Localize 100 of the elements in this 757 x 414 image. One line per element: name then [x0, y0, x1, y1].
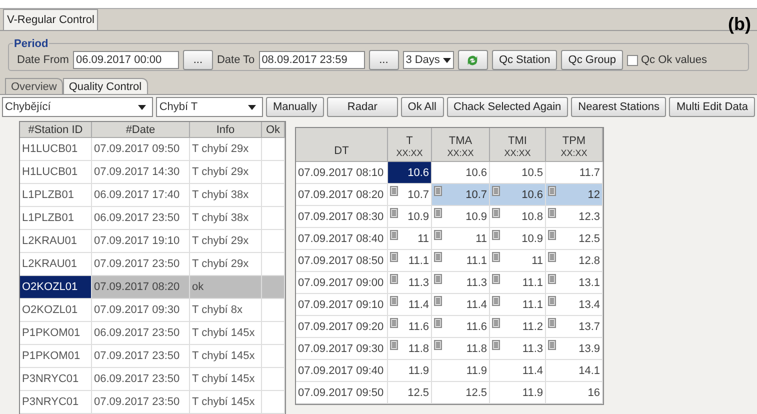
table-cell[interactable]: 12.5 [388, 382, 432, 404]
table-cell[interactable]: 11 [432, 228, 490, 250]
table-cell[interactable]: 10.9 [388, 206, 432, 228]
table-cell[interactable]: 11.9 [490, 382, 546, 404]
column-header[interactable]: #Station ID [20, 122, 92, 138]
caret-icon [248, 104, 256, 110]
table-cell[interactable]: 11.8 [388, 338, 432, 360]
table-cell[interactable]: 13.9 [546, 338, 603, 360]
column-header[interactable]: Info [190, 122, 262, 138]
column-header[interactable]: Ok [262, 122, 285, 138]
table-cell[interactable]: 11 [490, 250, 546, 272]
column-header[interactable]: TPM XX:XX [546, 128, 603, 162]
table-cell[interactable]: 11.4 [490, 360, 546, 382]
table-row[interactable]: H1LUCB01 07.09.2017 14:30 T chybí 29x [20, 161, 285, 184]
column-header[interactable]: TMA XX:XX [432, 128, 490, 162]
table-cell[interactable]: 10.9 [490, 228, 546, 250]
table-cell: 07.09.2017 08:50 [296, 250, 388, 272]
table-cell[interactable]: 12 [546, 184, 603, 206]
table-row[interactable]: O2KOZL01 07.09.2017 08:20 ok [20, 276, 285, 299]
table-row[interactable]: P3NRYC01 06.09.2017 23:50 T chybí 145x [20, 368, 285, 391]
table-cell[interactable]: 12.3 [546, 206, 603, 228]
column-header[interactable]: TMI XX:XX [490, 128, 546, 162]
table-cell: 07.09.2017 19:10 [92, 230, 190, 253]
table-cell[interactable]: 10.8 [490, 206, 546, 228]
caret-icon [138, 104, 146, 110]
browse-button[interactable]: ... [368, 50, 399, 70]
table-row[interactable]: H1LUCB01 07.09.2017 09:50 T chybí 29x [20, 138, 285, 161]
table-cell[interactable]: 11.1 [490, 294, 546, 316]
browse-button[interactable]: ... [182, 50, 213, 70]
table-cell: L1PLZB01 [20, 207, 92, 230]
table-cell: 07.09.2017 08:20 [92, 276, 190, 299]
table-cell[interactable]: 11.9 [432, 360, 490, 382]
tab[interactable]: Overview [5, 78, 63, 94]
table-cell: P3NRYC01 [20, 391, 92, 414]
table-cell: 07.09.2017 09:40 [296, 360, 388, 382]
table-cell[interactable]: 10.9 [432, 206, 490, 228]
table-cell [262, 391, 285, 414]
table-row[interactable]: P1PKOM01 06.09.2017 23:50 T chybí 145x [20, 322, 285, 345]
table-cell[interactable]: 11.4 [432, 294, 490, 316]
table-row[interactable]: P3NRYC01 07.09.2017 23:50 T chybí 145x [20, 391, 285, 414]
table-cell[interactable]: 14.1 [546, 360, 603, 382]
table-cell[interactable]: 11.1 [388, 250, 432, 272]
table-cell[interactable]: 12.5 [546, 228, 603, 250]
table-cell[interactable]: 11.4 [388, 294, 432, 316]
column-name: T [406, 135, 413, 147]
tab[interactable]: Quality Control [62, 78, 148, 94]
column-header[interactable]: DT [296, 128, 388, 162]
toolbar-button[interactable]: Multi Edit Data [669, 97, 755, 117]
window-tab[interactable]: V-Regular Control [3, 9, 98, 30]
range-dropdown[interactable]: 3 Days [402, 51, 454, 69]
table-cell[interactable]: 11.9 [388, 360, 432, 382]
date-to-field[interactable]: 08.09.2017 23:59 [258, 51, 365, 69]
table-cell[interactable]: 10.7 [432, 184, 490, 206]
toolbar-button[interactable]: Radar [327, 97, 398, 117]
table-cell[interactable]: 13.1 [546, 272, 603, 294]
table-cell[interactable]: 12.8 [546, 250, 603, 272]
table-cell[interactable]: 11.2 [490, 316, 546, 338]
table-cell[interactable]: 10.6 [388, 162, 432, 184]
table-cell[interactable]: 13.7 [546, 316, 603, 338]
table-cell[interactable]: 11.8 [432, 338, 490, 360]
table-cell[interactable]: 11.3 [490, 338, 546, 360]
table-cell[interactable]: 11.6 [388, 316, 432, 338]
table-cell: 06.09.2017 17:40 [92, 184, 190, 207]
table-row[interactable]: L1PLZB01 06.09.2017 23:50 T chybí 38x [20, 207, 285, 230]
table-row[interactable]: P1PKOM01 07.09.2017 23:50 T chybí 145x [20, 345, 285, 368]
table-row[interactable]: L1PLZB01 06.09.2017 17:40 T chybí 38x [20, 184, 285, 207]
table-cell[interactable]: 10.6 [490, 184, 546, 206]
refresh-icon [466, 54, 480, 66]
qc-button[interactable]: Qc Station [492, 50, 558, 70]
table-cell[interactable]: 11.6 [432, 316, 490, 338]
table-cell [262, 299, 285, 322]
table-cell: 07.09.2017 09:50 [296, 382, 388, 404]
column-header[interactable]: #Date [92, 122, 190, 138]
refresh-button[interactable] [458, 50, 488, 70]
table-cell [262, 161, 285, 184]
filter-dropdown[interactable]: Chybějící [2, 97, 154, 117]
table-cell [262, 276, 285, 299]
table-row[interactable]: L2KRAU01 07.09.2017 19:10 T chybí 29x [20, 230, 285, 253]
qc-button[interactable]: Qc Group [561, 50, 623, 70]
toolbar-button[interactable]: Nearest Stations [571, 97, 666, 117]
table-cell[interactable]: 16 [546, 382, 603, 404]
table-cell: 07.09.2017 09:20 [296, 316, 388, 338]
table-cell [262, 138, 285, 161]
table-cell: P1PKOM01 [20, 345, 92, 368]
filter-dropdown[interactable]: Chybí T [156, 97, 263, 117]
table-cell: 07.09.2017 09:00 [296, 272, 388, 294]
table-cell[interactable]: 12.5 [432, 382, 490, 404]
table-cell[interactable]: 11.1 [490, 272, 546, 294]
date-from-field[interactable]: 06.09.2017 00:00 [72, 51, 179, 69]
toolbar-button[interactable]: Ok All [400, 97, 444, 117]
toolbar-button[interactable]: Chack Selected Again [446, 97, 568, 117]
qc-ok-checkbox[interactable] [626, 54, 638, 66]
table-row[interactable]: O2KOZL01 07.09.2017 09:30 T chybí 8x [20, 299, 285, 322]
table-cell[interactable]: 11.1 [432, 250, 490, 272]
table-cell[interactable]: 11 [388, 228, 432, 250]
table-cell: T chybí 29x [190, 161, 262, 184]
table-cell[interactable]: 13.4 [546, 294, 603, 316]
table-cell[interactable]: 11.3 [388, 272, 432, 294]
toolbar-button[interactable]: Manually [266, 97, 324, 117]
table-cell[interactable]: 11.3 [432, 272, 490, 294]
